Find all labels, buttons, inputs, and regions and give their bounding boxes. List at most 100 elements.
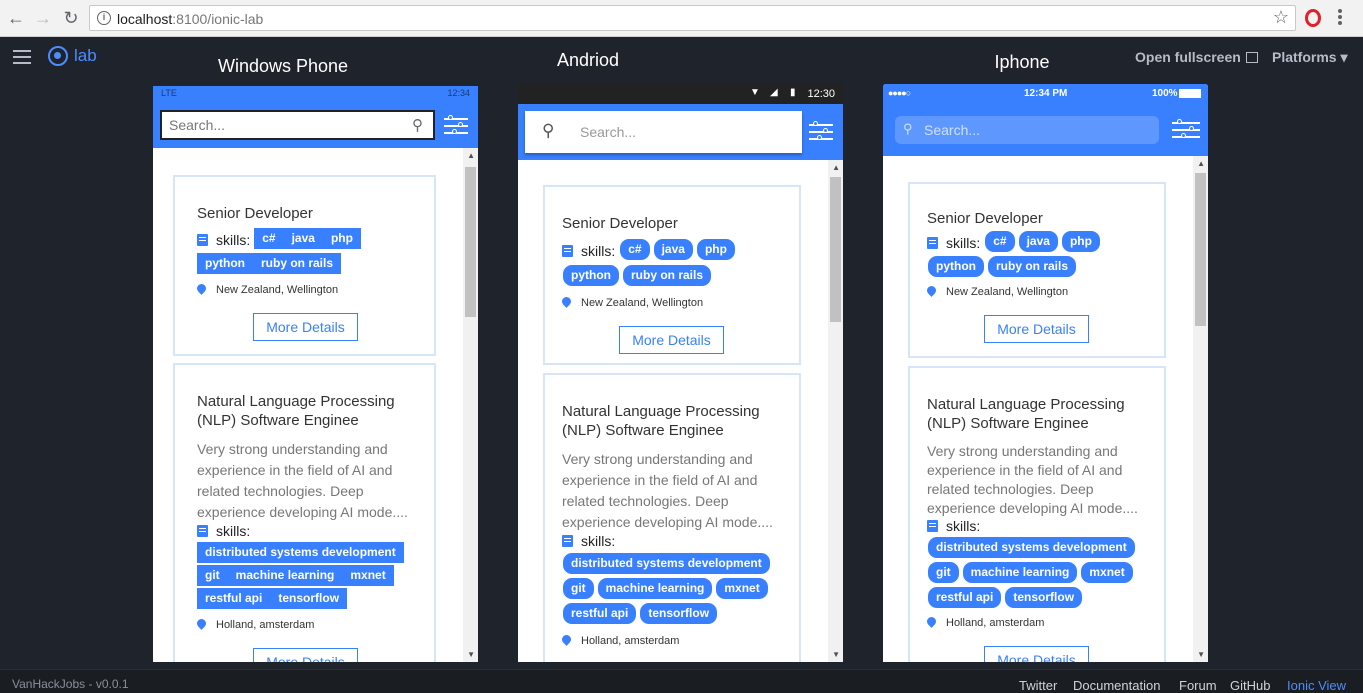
scrollbar-thumb[interactable] [1195, 173, 1206, 326]
scrollbar[interactable]: ▲ ▼ [828, 160, 843, 662]
more-details-button[interactable]: More Details [619, 326, 724, 354]
more-details-button[interactable]: More Details [253, 313, 358, 341]
job-list[interactable]: ▲ ▼ Senior Developer skills: c# java php… [883, 156, 1208, 662]
job-card[interactable]: Senior Developer skills: c# java php pyt… [173, 175, 436, 356]
document-icon [562, 535, 573, 547]
skill-chip: c# [619, 238, 651, 261]
location-pin-icon [197, 619, 206, 631]
job-card[interactable]: Senior Developer skills: c# java php pyt… [543, 185, 801, 365]
job-location: Holland, amsterdam [197, 619, 414, 631]
job-description: Very strong understanding and experience… [927, 443, 1138, 516]
footer-link-twitter[interactable]: Twitter [1019, 678, 1057, 693]
job-card[interactable]: Natural Language Processing (NLP) Softwa… [908, 366, 1166, 662]
scroll-up-arrow-icon[interactable]: ▲ [467, 151, 475, 160]
search-icon: ⚲ [542, 121, 555, 140]
location-text: New Zealand, Wellington [946, 286, 1069, 298]
search-placeholder: Search... [924, 122, 981, 138]
document-icon [927, 520, 938, 532]
job-list[interactable]: ▲ ▼ Senior Developer skills: c# java php… [153, 148, 478, 662]
skill-chip: java [283, 228, 323, 249]
skill-chip: php [1060, 230, 1101, 253]
search-toolbar: Search... ⚲ [153, 102, 478, 148]
scrollbar-thumb[interactable] [465, 167, 476, 317]
opera-icon[interactable] [1305, 9, 1321, 27]
open-fullscreen-link[interactable]: Open fullscreen [1135, 49, 1258, 65]
filter-icon[interactable] [809, 121, 833, 142]
skills-row: skills: [562, 533, 781, 549]
skill-chip: ruby on rails [622, 264, 713, 287]
skills-chips: python ruby on rails [562, 264, 781, 289]
job-title: Senior Developer [197, 205, 313, 222]
document-icon [927, 236, 938, 249]
scrollbar[interactable]: ▲ ▼ [1193, 156, 1208, 662]
skills-label: skills: [581, 533, 616, 549]
job-title: Natural Language Processing (NLP) Softwa… [927, 396, 1125, 432]
job-card[interactable]: Natural Language Processing (NLP) Softwa… [543, 373, 801, 662]
search-input[interactable]: ⚲ Search... [895, 116, 1159, 144]
lab-logo-text[interactable]: lab [74, 46, 97, 66]
skill-chip: java [652, 238, 694, 261]
scroll-down-arrow-icon[interactable]: ▼ [832, 650, 840, 659]
back-arrow-icon[interactable]: ← [6, 8, 26, 28]
skills-chips: distributed systems development [197, 542, 414, 565]
scrollbar-thumb[interactable] [830, 177, 841, 322]
more-details-button[interactable]: More Details [984, 646, 1089, 662]
location-text: New Zealand, Wellington [216, 284, 339, 296]
filter-icon[interactable] [444, 115, 468, 136]
job-list[interactable]: ▲ ▼ Senior Developer skills: c# java php… [518, 160, 843, 662]
location-pin-icon [927, 286, 936, 298]
footer-link-documentation[interactable]: Documentation [1073, 678, 1160, 693]
search-input[interactable]: ⚲ Search... [525, 111, 802, 153]
scrollbar[interactable]: ▲ ▼ [463, 148, 478, 662]
footer-link-ionic-view[interactable]: Ionic View [1287, 678, 1346, 693]
job-card[interactable]: Natural Language Processing (NLP) Softwa… [173, 363, 436, 662]
job-title: Natural Language Processing (NLP) Softwa… [197, 393, 395, 429]
skills-chips: git machine learning mxnet [927, 561, 1146, 586]
skill-chip: ruby on rails [987, 255, 1078, 278]
job-card[interactable]: Senior Developer skills: c# java php pyt… [908, 182, 1166, 358]
search-placeholder: Search... [580, 124, 637, 140]
skill-chip: git [927, 561, 960, 584]
info-icon[interactable]: i [97, 11, 111, 25]
skills-label: skills: [216, 523, 251, 539]
location-pin-icon [197, 284, 206, 296]
battery-icon [1179, 89, 1201, 98]
bookmark-star-icon[interactable]: ☆ [1273, 7, 1289, 28]
reload-icon[interactable]: ↻ [61, 8, 81, 28]
scroll-down-arrow-icon[interactable]: ▼ [1197, 650, 1205, 659]
url-text[interactable]: localhost:8100/ionic-lab [117, 11, 263, 27]
more-details-button[interactable]: More Details [253, 648, 358, 662]
browser-menu-icon[interactable] [1338, 9, 1342, 27]
scroll-down-arrow-icon[interactable]: ▼ [467, 650, 475, 659]
battery-icon: ▮ [790, 87, 796, 98]
location-pin-icon [562, 297, 571, 309]
skills-chips: git machine learning mxnet [197, 565, 414, 588]
skill-chip: python [927, 255, 985, 278]
skills-row: skills: [197, 523, 414, 539]
skills-chips: restful api tensorflow [197, 588, 414, 611]
filter-icon[interactable] [1172, 119, 1200, 140]
more-details-button[interactable]: More Details [984, 315, 1089, 343]
search-input[interactable]: Search... ⚲ [160, 110, 435, 140]
scroll-up-arrow-icon[interactable]: ▲ [832, 163, 840, 172]
url-host: localhost [117, 11, 173, 27]
menu-icon[interactable] [13, 50, 31, 68]
search-icon: ⚲ [903, 121, 913, 136]
skills-chips: distributed systems development [562, 552, 781, 577]
skill-chip: machine learning [961, 561, 1079, 584]
location-pin-icon [927, 617, 936, 629]
document-icon [562, 244, 573, 257]
address-bar[interactable]: i localhost:8100/ionic-lab ☆ [89, 5, 1296, 31]
signal-status: LTE [161, 88, 177, 98]
job-location: New Zealand, Wellington [927, 286, 1146, 298]
footer-link-github[interactable]: GitHub [1230, 678, 1270, 693]
forward-arrow-icon[interactable]: → [33, 8, 53, 28]
skill-chip: c# [984, 230, 1016, 253]
skills-chips: python ruby on rails [927, 255, 1146, 280]
ionic-logo-icon[interactable] [48, 46, 68, 66]
skills-row: skills: [927, 518, 1146, 534]
platforms-dropdown[interactable]: Platforms ▾ [1272, 49, 1348, 66]
location-text: Holland, amsterdam [581, 635, 680, 647]
scroll-up-arrow-icon[interactable]: ▲ [1197, 159, 1205, 168]
footer-link-forum[interactable]: Forum [1179, 678, 1217, 693]
